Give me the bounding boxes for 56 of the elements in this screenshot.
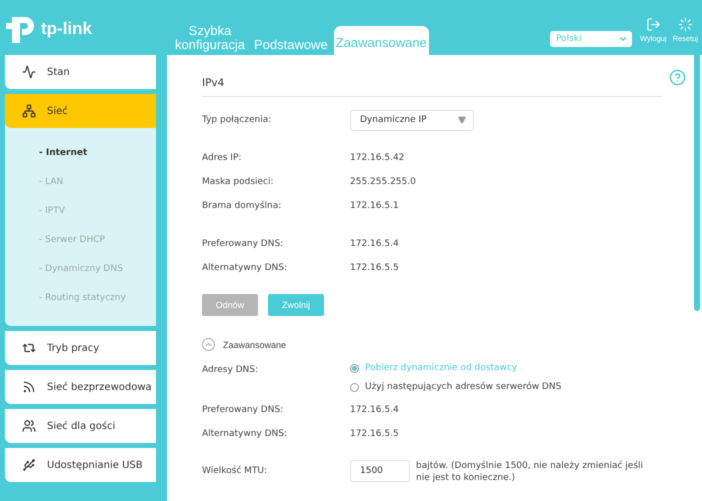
reset-icon [678,16,693,32]
nav-tab[interactable]: Podstawowe [252,34,330,55]
network-icon [22,104,36,118]
menu-item[interactable]: Sieć [5,94,156,128]
field-value: 172.16.5.5 [350,263,400,273]
field-label: Preferowany DNS: [202,405,284,415]
advanced-toggle[interactable]: Zaawansowane [202,338,286,351]
field-value: 172.16.5.4 [350,405,400,415]
release-button[interactable]: Zwolnij [268,294,324,316]
users-icon [22,419,36,433]
radio-option[interactable]: Użyj następujących adresów serwerów DNS [350,382,662,392]
scrollbar[interactable] [694,55,700,311]
submenu-item[interactable]: - IPTV [39,196,156,225]
field-value: 172.16.5.1 [350,201,400,211]
connection-type-select[interactable]: Dynamiczne IP [350,110,474,130]
logout-icon [646,16,661,32]
submenu-item[interactable]: - Dynamiczny DNS [39,254,156,283]
field-value: 255.255.255.0 [350,177,417,187]
mtu-field[interactable]: 1500 [350,460,410,482]
radio-button[interactable] [350,364,359,372]
field-label: Alternatywny DNS: [202,429,288,439]
nav-tab[interactable]: Zaawansowane [334,26,429,55]
field-label: Adresy DNS: [202,365,260,375]
submenu-item[interactable]: - LAN [39,167,156,196]
repeat-icon [22,341,36,355]
language-select[interactable]: Polski [550,31,632,47]
field-label: Maska podsieci: [202,177,275,187]
field-label: Preferowany DNS: [202,239,284,249]
field-label: Adres IP: [202,153,242,163]
menu-item[interactable]: Sieć dla gości [5,409,156,443]
radio-button[interactable] [350,382,359,392]
menu-item[interactable]: Tryb pracy [5,331,156,365]
field-label: Alternatywny DNS: [202,263,288,273]
menu-item[interactable]: Sieć bezprzewodowa [5,370,156,404]
logo-text: tp-link [41,18,92,38]
menu-item[interactable]: Stan [5,55,156,89]
section-title: IPv4 [202,75,662,97]
usb-icon [22,458,36,472]
pulse-icon [22,65,36,79]
field-value: 172.16.5.4 [350,239,400,249]
submenu-item[interactable]: - Serwer DHCP [39,225,156,254]
field-value: 172.16.5.5 [350,429,400,439]
field-label: Brama domyślna: [202,201,282,211]
submenu-item[interactable]: - Routing statyczny [39,283,156,312]
signal-icon [22,380,36,394]
field-label: Wielkość MTU: [202,466,268,476]
menu-item[interactable]: Udostępnianie USB [5,448,156,482]
field-label: Typ połączenia: [202,115,272,125]
field-value: 172.16.5.42 [350,153,406,163]
mtu-note: bajtów. (Domyślnie 1500, nie należy zmieniać jeśli nie jest to konieczne.) [416,460,644,484]
nav-tab[interactable]: Szybka konfiguracja [172,20,248,55]
radio-option[interactable]: Pobierz dynamicznie od dostawcy [350,363,662,373]
chevron-down-icon [618,34,628,44]
submenu-item[interactable]: - Internet [39,138,156,167]
caret-icon [458,116,466,124]
help-icon[interactable] [669,69,686,86]
